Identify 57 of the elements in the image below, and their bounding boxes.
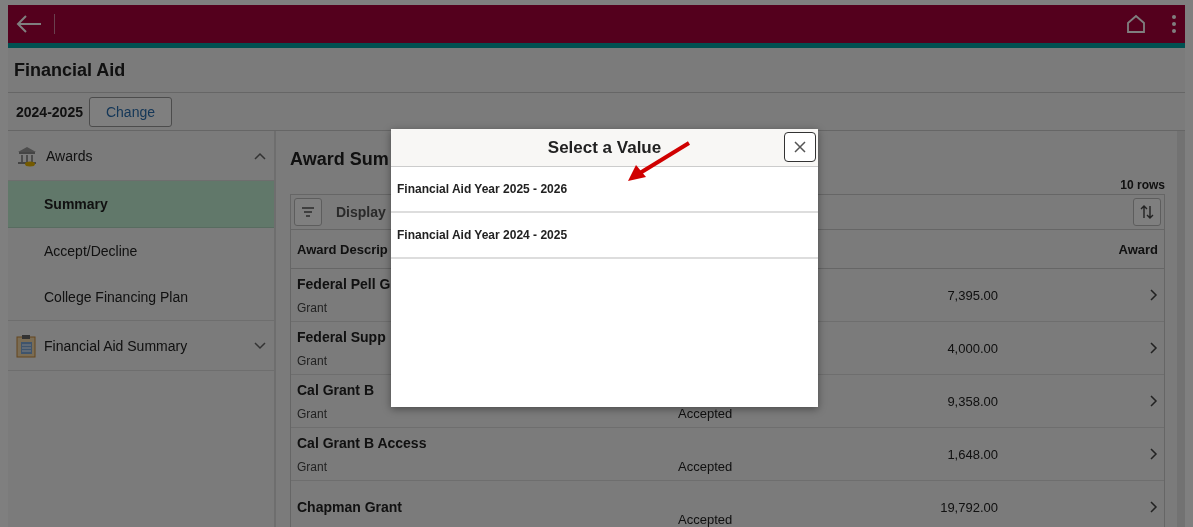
- award-amount: 4,000.00: [947, 340, 998, 356]
- award-status: Accepted: [678, 405, 734, 421]
- award-name: Federal Supp: [297, 328, 387, 345]
- close-button[interactable]: [784, 132, 816, 162]
- display-label: Display: [336, 204, 387, 220]
- sidebar-section[interactable]: Financial Aid Summary: [8, 321, 274, 371]
- award-type: Grant: [297, 406, 328, 421]
- award-type: Grant: [297, 353, 328, 368]
- clipboard-icon: [16, 333, 36, 358]
- award-type: Grant: [297, 300, 328, 315]
- award-name: Federal Pell G: [297, 275, 392, 292]
- value-option[interactable]: Financial Aid Year 2024 - 2025: [391, 213, 818, 259]
- sort-button[interactable]: [1133, 198, 1161, 226]
- filter-icon: [301, 206, 315, 218]
- sidebar-item[interactable]: Summary: [8, 181, 274, 228]
- section-label: Awards: [46, 147, 94, 164]
- award-status: Accepted: [678, 511, 734, 527]
- section-title: Award Sum: [290, 149, 390, 170]
- sidebar-item[interactable]: Accept/Decline: [8, 228, 274, 274]
- chevron-right-icon: [1150, 501, 1158, 513]
- award-amount: 1,648.00: [947, 446, 998, 462]
- award-status: Accepted: [678, 458, 734, 474]
- award-type: Grant: [297, 459, 328, 474]
- bank-icon: [16, 144, 38, 167]
- more-menu-button[interactable]: [1169, 12, 1179, 36]
- row-chevron-button[interactable]: [1150, 342, 1158, 354]
- chevron-right-icon: [1150, 395, 1158, 407]
- home-icon: [1125, 13, 1147, 35]
- award-amount: 7,395.00: [947, 287, 998, 303]
- chevron-up-icon: [254, 151, 266, 160]
- row-count: 10 rows: [1120, 178, 1165, 192]
- row-chevron-button[interactable]: [1150, 501, 1158, 513]
- chevron-down-icon: [254, 341, 266, 350]
- more-icon: [1171, 14, 1177, 34]
- row-chevron-button[interactable]: [1150, 289, 1158, 301]
- column-header: Award: [1118, 241, 1158, 257]
- sort-icon: [1140, 205, 1154, 219]
- back-arrow-icon: [16, 14, 42, 34]
- row-chevron-button[interactable]: [1150, 395, 1158, 407]
- award-amount: 9,358.00: [947, 393, 998, 409]
- aid-year: 2024-2025: [16, 103, 83, 120]
- sidebar-item[interactable]: College Financing Plan: [8, 274, 274, 320]
- change-button[interactable]: Change: [88, 96, 172, 127]
- filter-button[interactable]: [294, 198, 322, 226]
- award-amount: 19,792.00: [940, 499, 998, 515]
- page-title: Financial Aid: [14, 59, 126, 81]
- column-header: Award Descrip: [297, 241, 389, 257]
- section-label: Financial Aid Summary: [44, 337, 189, 354]
- award-name: Cal Grant B Access: [297, 434, 428, 451]
- close-icon: [794, 141, 806, 153]
- award-name: Cal Grant B: [297, 381, 375, 398]
- chevron-right-icon: [1150, 289, 1158, 301]
- chevron-right-icon: [1150, 342, 1158, 354]
- dialog-title: Select a Value: [547, 137, 662, 158]
- award-name: Chapman Grant: [297, 499, 403, 515]
- chevron-right-icon: [1150, 448, 1158, 460]
- row-chevron-button[interactable]: [1150, 448, 1158, 460]
